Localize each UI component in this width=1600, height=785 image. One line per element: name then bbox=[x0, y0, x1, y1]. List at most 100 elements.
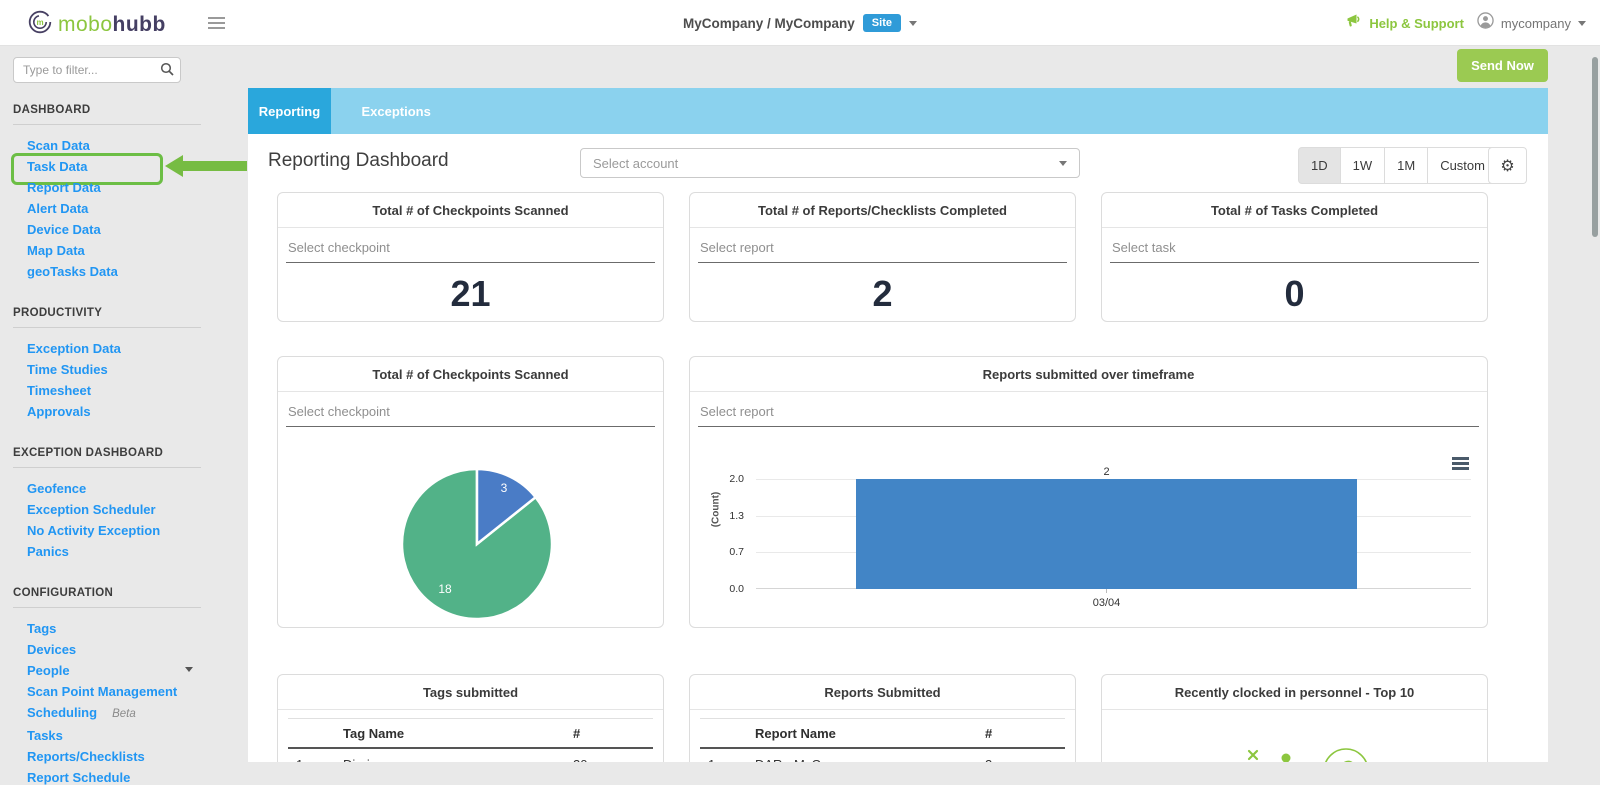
sidebar-item-device-data[interactable]: Device Data bbox=[27, 223, 217, 236]
settings-gear-button[interactable]: ⚙ bbox=[1488, 147, 1527, 184]
beta-badge: Beta bbox=[112, 708, 136, 720]
card-title: Total # of Checkpoints Scanned bbox=[278, 193, 663, 228]
tab-bar: Reporting Exceptions bbox=[248, 88, 1548, 134]
highlight-arrow-icon bbox=[183, 161, 247, 171]
account-select[interactable]: Select account bbox=[580, 148, 1080, 178]
checkpoints-pie-chart: 18 3 bbox=[397, 464, 557, 624]
sidebar-item-no-activity-exception[interactable]: No Activity Exception bbox=[27, 524, 217, 537]
sidebar-item-scan-point-management[interactable]: Scan Point Management bbox=[27, 685, 217, 698]
sidebar-item-exception-data[interactable]: Exception Data bbox=[27, 342, 217, 355]
sidebar-item-time-studies[interactable]: Time Studies bbox=[27, 363, 217, 376]
chart-context-menu-icon[interactable] bbox=[1452, 457, 1469, 472]
sidebar-item-tasks[interactable]: Tasks bbox=[27, 729, 217, 742]
stat-card-tasks: Total # of Tasks Completed Select task 0 bbox=[1101, 192, 1488, 322]
account-menu-caret-icon[interactable] bbox=[1578, 21, 1586, 26]
pie-label-18: 18 bbox=[438, 582, 452, 596]
bar-value-label: 2 bbox=[856, 466, 1357, 478]
stat-value-tasks: 0 bbox=[1102, 273, 1487, 315]
account-menu[interactable]: mycompany bbox=[1501, 16, 1571, 31]
search-icon bbox=[160, 62, 174, 81]
sidebar-item-report-schedule[interactable]: Report Schedule bbox=[27, 771, 217, 784]
section-title-productivity: PRODUCTIVITY bbox=[13, 307, 235, 319]
sidebar-item-geofence[interactable]: Geofence bbox=[27, 482, 217, 495]
sidebar-item-scan-data[interactable]: Scan Data bbox=[27, 139, 217, 152]
people-expand-caret-icon[interactable] bbox=[185, 667, 193, 672]
vertical-scrollbar-thumb[interactable] bbox=[1592, 57, 1598, 237]
divider bbox=[13, 467, 201, 468]
stat-value-checkpoints: 21 bbox=[278, 273, 663, 315]
checkpoint-select[interactable]: Select checkpoint bbox=[286, 240, 655, 263]
sidebar-item-scheduling[interactable]: SchedulingBeta bbox=[27, 706, 217, 721]
card-title: Total # of Reports/Checklists Completed bbox=[690, 193, 1075, 228]
sidebar-item-people[interactable]: People bbox=[27, 664, 217, 677]
card-title: Total # of Tasks Completed bbox=[1102, 193, 1487, 228]
checkpoint-select[interactable]: Select checkpoint bbox=[286, 404, 655, 427]
help-support-link[interactable]: Help & Support bbox=[1369, 16, 1464, 31]
card-title: Recently clocked in personnel - Top 10 bbox=[1102, 675, 1487, 710]
reports-table: Report Name # 1 DAR - MyCompany 2 bbox=[700, 718, 1065, 762]
sidebar-item-approvals[interactable]: Approvals bbox=[27, 405, 217, 418]
y-tick: 0.0 bbox=[704, 583, 744, 595]
bar-chart-plot-area: 2 03/04 bbox=[756, 479, 1471, 589]
section-title-exception-dashboard: EXCEPTION DASHBOARD bbox=[13, 447, 235, 459]
range-1m-button[interactable]: 1M bbox=[1384, 147, 1428, 184]
sidebar-item-panics[interactable]: Panics bbox=[27, 545, 217, 558]
report-select[interactable]: Select report bbox=[698, 240, 1067, 263]
gear-icon: ⚙ bbox=[1500, 156, 1514, 175]
card-title: Total # of Checkpoints Scanned bbox=[278, 357, 663, 392]
y-tick: 1.3 bbox=[704, 510, 744, 522]
bar-chart-card: Reports submitted over timeframe Select … bbox=[689, 356, 1488, 628]
sidebar-item-map-data[interactable]: Map Data bbox=[27, 244, 217, 257]
card-title: Reports submitted over timeframe bbox=[690, 357, 1487, 392]
sidebar-item-geotasks-data[interactable]: geoTasks Data bbox=[27, 265, 217, 278]
section-title-dashboard: DASHBOARD bbox=[13, 104, 235, 116]
range-1w-button[interactable]: 1W bbox=[1340, 147, 1386, 184]
table-header-row: Tag Name # bbox=[288, 719, 653, 749]
sidebar-item-exception-scheduler[interactable]: Exception Scheduler bbox=[27, 503, 217, 516]
task-select[interactable]: Select task bbox=[1110, 240, 1479, 263]
card-title: Reports Submitted bbox=[690, 675, 1075, 710]
send-now-button[interactable]: Send Now bbox=[1457, 49, 1548, 82]
logo[interactable]: m mobohubb bbox=[28, 10, 166, 39]
tags-table: Tag Name # 1 Diarios 20 bbox=[288, 718, 653, 762]
pie-label-3: 3 bbox=[501, 481, 508, 495]
content-panel: Reporting Dashboard Select account 1D 1W… bbox=[248, 134, 1548, 762]
site-switcher-caret-icon[interactable] bbox=[909, 21, 917, 26]
sidebar-item-devices[interactable]: Devices bbox=[27, 643, 217, 656]
sidebar-filter-input[interactable] bbox=[13, 57, 181, 83]
range-1d-button[interactable]: 1D bbox=[1298, 147, 1341, 184]
sidebar-item-alert-data[interactable]: Alert Data bbox=[27, 202, 217, 215]
x-tick-label: 03/04 bbox=[856, 597, 1357, 609]
sidebar-item-task-data[interactable]: Task Data bbox=[27, 160, 217, 173]
table-row[interactable]: 1 DAR - MyCompany 2 bbox=[700, 749, 1065, 762]
divider bbox=[13, 327, 201, 328]
stat-card-checkpoints: Total # of Checkpoints Scanned Select ch… bbox=[277, 192, 664, 322]
sidebar-item-timesheet[interactable]: Timesheet bbox=[27, 384, 217, 397]
table-row[interactable]: 1 Diarios 20 bbox=[288, 749, 653, 762]
account-select-caret-icon bbox=[1059, 161, 1067, 166]
stat-value-reports: 2 bbox=[690, 273, 1075, 315]
breadcrumb-text[interactable]: MyCompany / MyCompany bbox=[683, 16, 855, 31]
sidebar-item-report-data[interactable]: Report Data bbox=[27, 181, 217, 194]
sidebar-item-tags[interactable]: Tags bbox=[27, 622, 217, 635]
x-tick-mark bbox=[1106, 589, 1107, 593]
col-count: # bbox=[985, 726, 1065, 741]
account-select-placeholder: Select account bbox=[593, 156, 1059, 171]
logo-text: mobohubb bbox=[58, 13, 166, 37]
y-tick: 2.0 bbox=[704, 473, 744, 485]
tab-exceptions[interactable]: Exceptions bbox=[335, 88, 456, 134]
report-select[interactable]: Select report bbox=[698, 404, 1479, 427]
sidebar-item-reports-checklists[interactable]: Reports/Checklists bbox=[27, 750, 217, 763]
svg-text:m: m bbox=[36, 18, 43, 27]
personnel-card: Recently clocked in personnel - Top 10 bbox=[1101, 674, 1488, 762]
logo-icon: m bbox=[28, 10, 52, 39]
megaphone-icon bbox=[1346, 14, 1362, 33]
stat-card-reports: Total # of Reports/Checklists Completed … bbox=[689, 192, 1076, 322]
divider bbox=[13, 607, 201, 608]
report-count-bar[interactable] bbox=[856, 479, 1357, 589]
top-header: m mobohubb MyCompany / MyCompany Site He… bbox=[0, 0, 1600, 46]
sidebar-toggle-hamburger-icon[interactable] bbox=[208, 17, 225, 32]
tab-reporting[interactable]: Reporting bbox=[248, 88, 331, 134]
reports-submitted-card: Reports Submitted Report Name # 1 DAR - … bbox=[689, 674, 1076, 762]
divider bbox=[13, 124, 201, 125]
